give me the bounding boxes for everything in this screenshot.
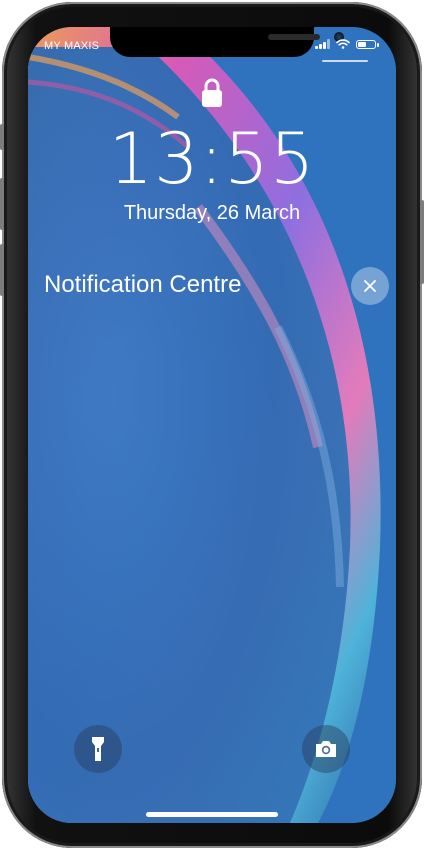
battery-fill	[358, 41, 367, 47]
carrier-name: MY MAXIS	[44, 40, 100, 52]
volume-down-button	[0, 244, 4, 296]
flashlight-button[interactable]	[74, 725, 122, 773]
notch	[110, 27, 344, 57]
silent-switch	[0, 124, 4, 150]
lock-icon	[202, 78, 222, 107]
battery-icon	[356, 39, 379, 49]
clock-date: Thursday, 26 March	[123, 202, 301, 224]
signal-strength-icon	[315, 39, 330, 49]
side-button	[420, 200, 424, 284]
volume-up-button	[0, 178, 4, 230]
earpiece-speaker	[268, 34, 320, 40]
notification-centre-title: Notification Centre	[44, 271, 242, 298]
lock-screen: MY MAXIS 13:55 Thursday, 26 March Notifi…	[28, 27, 396, 823]
wifi-icon	[336, 39, 350, 49]
flashlight-icon	[92, 737, 104, 761]
clock-time: 13:55	[108, 118, 316, 200]
status-icons	[315, 39, 379, 49]
control-centre-indicator[interactable]	[322, 60, 368, 62]
home-indicator[interactable]	[146, 812, 278, 817]
camera-icon	[316, 741, 336, 757]
camera-button[interactable]	[302, 725, 350, 773]
clear-notifications-button[interactable]	[351, 267, 389, 305]
close-icon	[364, 280, 376, 292]
